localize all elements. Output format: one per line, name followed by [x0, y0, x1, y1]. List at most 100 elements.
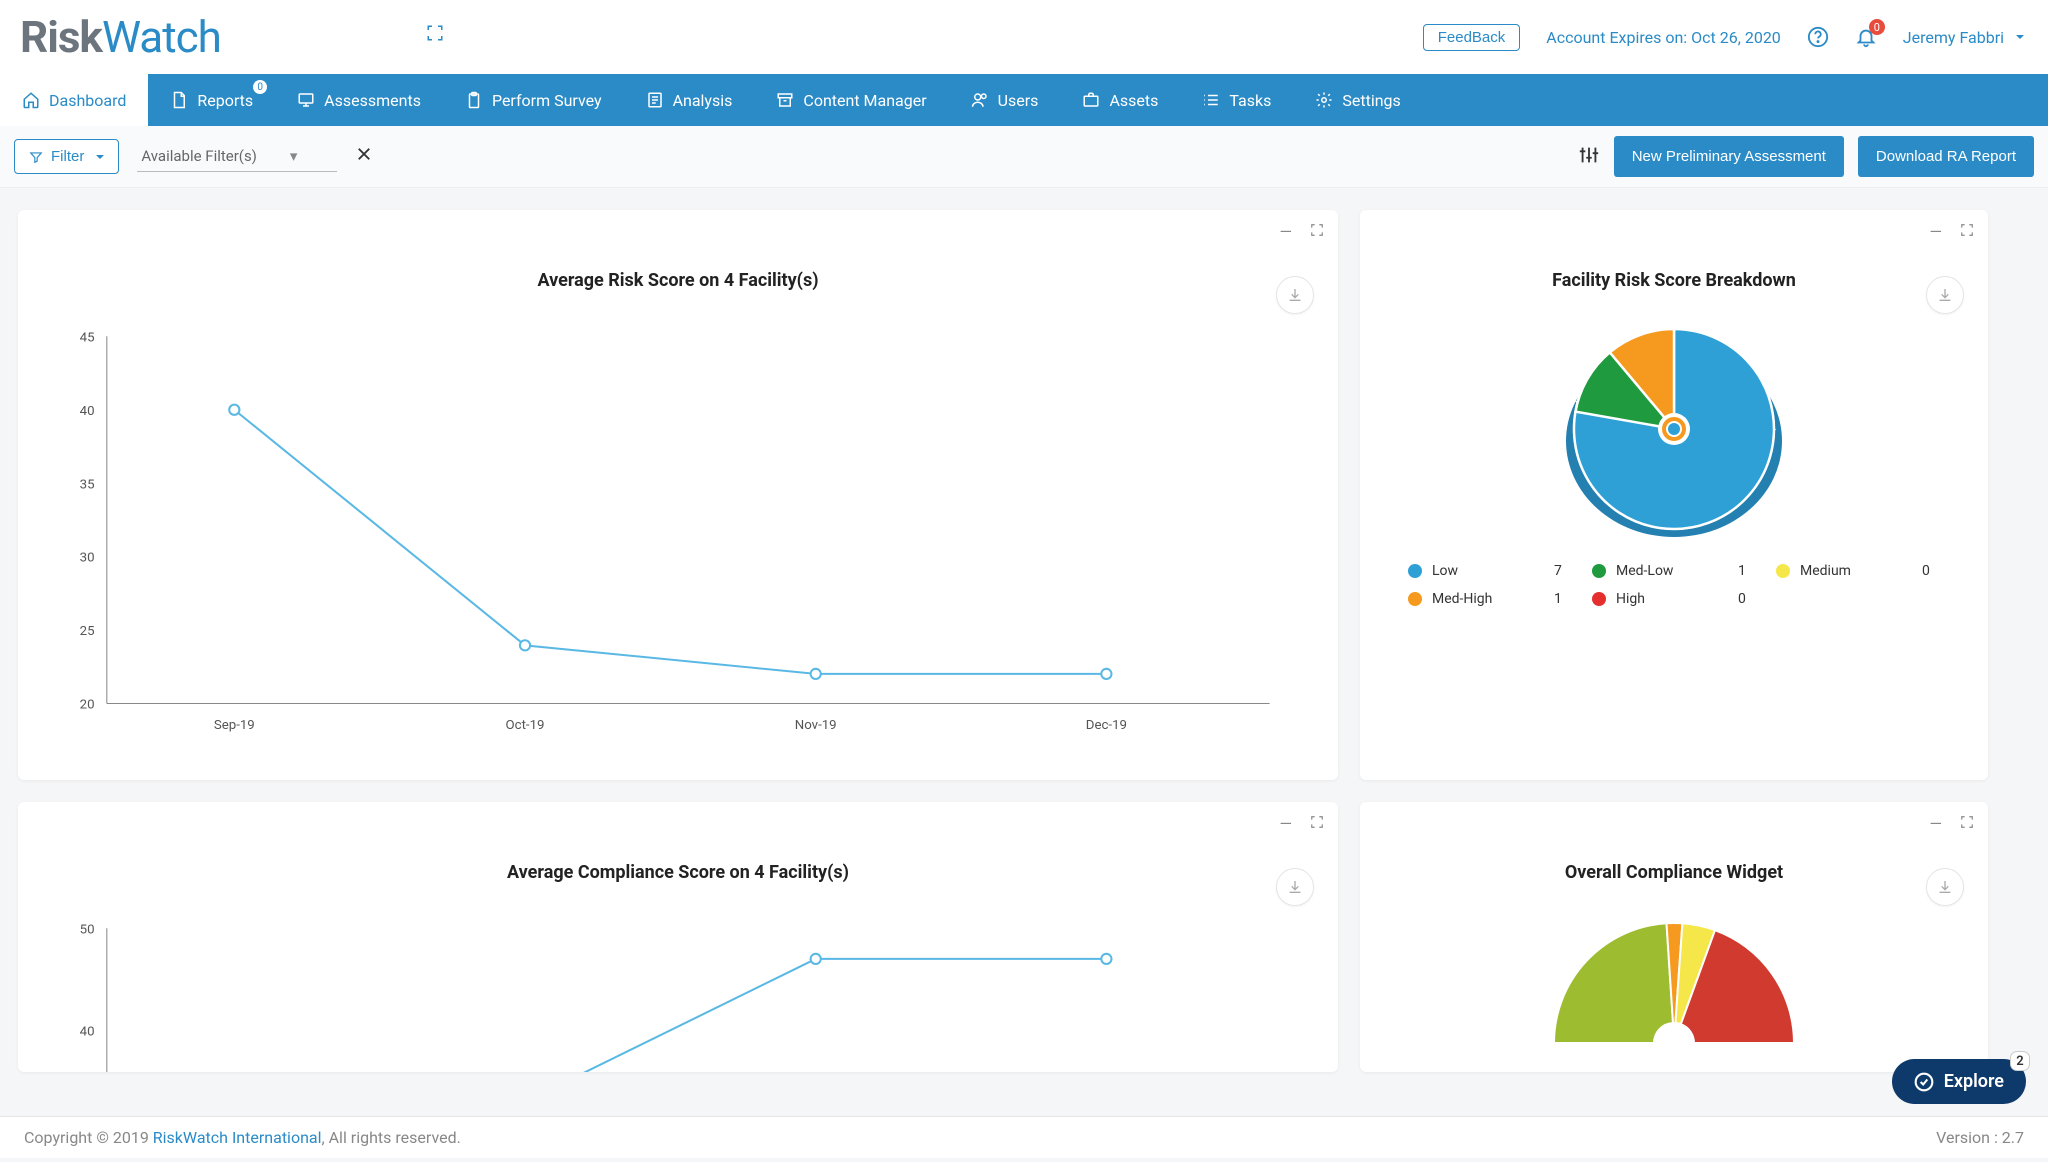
- download-chart-icon[interactable]: [1926, 868, 1964, 906]
- minimize-icon[interactable]: —: [1280, 814, 1293, 833]
- nav-dashboard[interactable]: Dashboard: [0, 74, 148, 126]
- nav-assets[interactable]: Assets: [1060, 74, 1180, 126]
- filter-bar: Filter Available Filter(s) ▾ New Prelimi…: [0, 126, 2048, 188]
- svg-text:50: 50: [80, 922, 95, 937]
- filter-icon: [29, 150, 43, 164]
- document-icon: [170, 91, 188, 109]
- swatch-icon: [1408, 564, 1422, 578]
- nav-content-manager[interactable]: Content Manager: [754, 74, 948, 126]
- nav-label: Reports: [197, 91, 253, 110]
- card-title: Facility Risk Score Breakdown: [1378, 270, 1970, 291]
- card-title: Average Compliance Score on 4 Facility(s…: [36, 862, 1320, 883]
- nav-label: Dashboard: [49, 91, 126, 110]
- logo-risk: Risk: [20, 15, 102, 59]
- minimize-icon[interactable]: —: [1280, 222, 1293, 241]
- fullscreen-icon[interactable]: [426, 22, 448, 44]
- nav-label: Perform Survey: [492, 91, 602, 110]
- expand-icon[interactable]: [1310, 222, 1324, 241]
- nav-assessments[interactable]: Assessments: [275, 74, 443, 126]
- footer: Copyright © 2019 RiskWatch International…: [0, 1116, 2048, 1158]
- new-preliminary-assessment-button[interactable]: New Preliminary Assessment: [1614, 136, 1844, 177]
- compliance-line-chart: 50 40: [66, 913, 1290, 1072]
- svg-text:Nov-19: Nov-19: [795, 718, 837, 733]
- header: RiskWatch FeedBack Account Expires on: O…: [0, 0, 2048, 74]
- explore-badge: 2: [2010, 1051, 2030, 1071]
- svg-text:40: 40: [80, 404, 95, 419]
- swatch-icon: [1592, 564, 1606, 578]
- download-chart-icon[interactable]: [1926, 276, 1964, 314]
- minimize-icon[interactable]: —: [1930, 814, 1943, 833]
- user-menu[interactable]: Jeremy Fabbri: [1903, 28, 2024, 47]
- logo: RiskWatch: [20, 15, 221, 59]
- reports-badge: 0: [253, 80, 267, 94]
- users-icon: [971, 91, 989, 109]
- nav-users[interactable]: Users: [949, 74, 1061, 126]
- copyright: Copyright © 2019 RiskWatch International…: [24, 1128, 461, 1147]
- svg-text:45: 45: [80, 330, 95, 345]
- nav-label: Assets: [1109, 91, 1158, 110]
- pie-legend: Low 7 Med-Low 1 Medium 0: [1378, 563, 1970, 607]
- card-overall-compliance-widget: — Overall Compliance Widget: [1360, 802, 1988, 1072]
- expand-icon[interactable]: [1310, 814, 1324, 833]
- legend-item-low: Low 7: [1408, 563, 1572, 579]
- help-icon[interactable]: [1807, 26, 1829, 48]
- main-nav: Dashboard Reports 0 Assessments Perform …: [0, 74, 2048, 126]
- nav-reports[interactable]: Reports 0: [148, 74, 275, 126]
- minimize-icon[interactable]: —: [1930, 222, 1943, 241]
- svg-text:Oct-19: Oct-19: [506, 718, 545, 733]
- nav-label: Users: [998, 91, 1039, 110]
- svg-text:20: 20: [80, 698, 95, 713]
- card-average-compliance-score: — Average Compliance Score on 4 Facility…: [18, 802, 1338, 1072]
- nav-settings[interactable]: Settings: [1293, 74, 1422, 126]
- swatch-icon: [1776, 564, 1790, 578]
- list-icon: [1202, 91, 1220, 109]
- svg-text:Sep-19: Sep-19: [214, 718, 255, 733]
- nav-tasks[interactable]: Tasks: [1180, 74, 1293, 126]
- flask-icon: [646, 91, 664, 109]
- nav-analysis[interactable]: Analysis: [624, 74, 755, 126]
- legend-item-medium: Medium 0: [1776, 563, 1940, 579]
- filter-button[interactable]: Filter: [14, 139, 119, 174]
- expand-icon[interactable]: [1960, 222, 1974, 241]
- expand-icon[interactable]: [1960, 814, 1974, 833]
- svg-text:25: 25: [80, 624, 95, 639]
- archive-icon: [776, 91, 794, 109]
- account-expires: Account Expires on: Oct 26, 2020: [1546, 28, 1781, 47]
- download-chart-icon[interactable]: [1276, 868, 1314, 906]
- swatch-icon: [1592, 592, 1606, 606]
- feedback-button[interactable]: FeedBack: [1423, 24, 1521, 51]
- chevron-down-icon: ▾: [290, 147, 298, 165]
- legend-item-high: High 0: [1592, 591, 1756, 607]
- notification-bell-icon[interactable]: 0: [1855, 26, 1877, 48]
- compliance-gauge-chart: [1544, 913, 1804, 1063]
- download-chart-icon[interactable]: [1276, 276, 1314, 314]
- nav-label: Content Manager: [803, 91, 926, 110]
- gear-icon: [1315, 91, 1333, 109]
- briefcase-icon: [1082, 91, 1100, 109]
- svg-text:30: 30: [80, 551, 95, 566]
- nav-label: Assessments: [324, 91, 421, 110]
- check-circle-icon: [1914, 1072, 1934, 1092]
- clear-filters-icon[interactable]: [355, 144, 373, 169]
- nav-perform-survey[interactable]: Perform Survey: [443, 74, 624, 126]
- monitor-icon: [297, 91, 315, 109]
- download-ra-report-button[interactable]: Download RA Report: [1858, 136, 2034, 177]
- svg-text:Dec-19: Dec-19: [1086, 718, 1127, 733]
- card-facility-risk-breakdown: — Facility Risk Score Breakdown: [1360, 210, 1988, 780]
- available-filters-dropdown[interactable]: Available Filter(s) ▾: [137, 141, 337, 172]
- version-label: Version : 2.7: [1936, 1128, 2024, 1147]
- notification-badge: 0: [1869, 19, 1885, 35]
- svg-text:40: 40: [80, 1024, 95, 1039]
- card-title: Average Risk Score on 4 Facility(s): [36, 270, 1320, 291]
- company-link[interactable]: RiskWatch International: [153, 1128, 322, 1147]
- svg-text:35: 35: [80, 477, 95, 492]
- legend-item-medlow: Med-Low 1: [1592, 563, 1756, 579]
- risk-pie-chart: Low 7 Med-Low 1 Medium 0: [1378, 319, 1970, 607]
- adjust-layout-icon[interactable]: [1578, 144, 1600, 169]
- explore-button[interactable]: Explore 2: [1892, 1059, 2026, 1104]
- logo-watch: Watch: [102, 15, 221, 59]
- nav-label: Settings: [1342, 91, 1400, 110]
- legend-item-medhigh: Med-High 1: [1408, 591, 1572, 607]
- home-icon: [22, 91, 40, 109]
- nav-label: Analysis: [673, 91, 733, 110]
